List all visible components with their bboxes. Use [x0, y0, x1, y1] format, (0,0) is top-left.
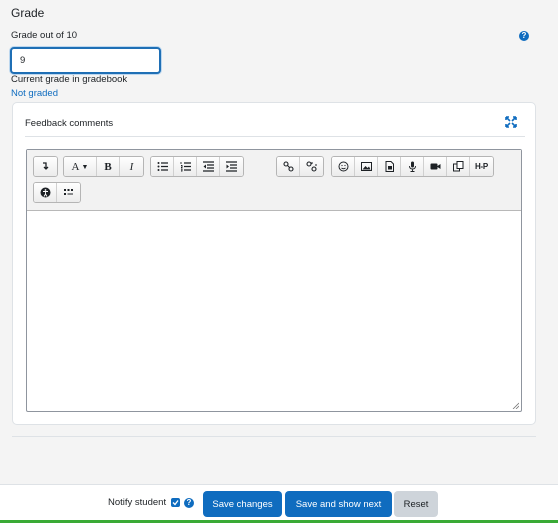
link-icon[interactable]	[277, 157, 300, 176]
toolbar-group-collapse	[33, 156, 58, 177]
reset-button[interactable]: Reset	[394, 491, 438, 517]
h5p-label: H-P	[475, 162, 488, 171]
toolbar-group-media: H-P	[331, 156, 494, 177]
emoji-icon[interactable]	[332, 157, 355, 176]
record-video-icon[interactable]	[424, 157, 447, 176]
toolbar-group-style: A ▼ B I	[63, 156, 144, 177]
feedback-card: Feedback comments A ▼ B I H-P	[12, 102, 536, 425]
resize-handle-icon[interactable]	[512, 402, 519, 409]
divider	[12, 436, 536, 437]
screenreader-helper-icon[interactable]	[57, 183, 80, 202]
unordered-list-icon[interactable]	[151, 157, 174, 176]
unlink-icon[interactable]	[300, 157, 323, 176]
notify-student-checkbox[interactable]	[171, 498, 180, 507]
bold-label: B	[104, 160, 112, 173]
grade-input[interactable]	[10, 47, 161, 74]
toolbar-group-links	[276, 156, 324, 177]
feedback-title: Feedback comments	[25, 118, 114, 129]
image-icon[interactable]	[355, 157, 378, 176]
divider	[25, 136, 525, 137]
manage-files-icon[interactable]	[447, 157, 470, 176]
toolbar-group-accessibility	[33, 182, 81, 203]
feedback-editor[interactable]: A ▼ B I H-P	[26, 149, 522, 412]
font-label: A	[71, 160, 80, 173]
outdent-icon[interactable]	[197, 157, 220, 176]
collapse-icon[interactable]	[34, 157, 57, 176]
current-grade-label: Current grade in gradebook	[11, 74, 128, 85]
media-icon[interactable]	[378, 157, 401, 176]
grade-heading: Grade	[11, 6, 45, 20]
expand-icon[interactable]	[505, 116, 517, 128]
bold-icon[interactable]: B	[97, 157, 120, 176]
notify-student-label: Notify student	[108, 497, 167, 508]
h5p-icon[interactable]: H-P	[470, 157, 493, 176]
record-audio-icon[interactable]	[401, 157, 424, 176]
indent-icon[interactable]	[220, 157, 243, 176]
save-changes-button[interactable]: Save changes	[203, 491, 282, 517]
sticky-footer: Notify student ? Save changes Save and s…	[0, 484, 558, 523]
italic-icon[interactable]: I	[120, 157, 143, 176]
font-icon[interactable]: A ▼	[64, 157, 97, 176]
save-and-show-next-button[interactable]: Save and show next	[285, 491, 392, 517]
help-icon[interactable]: ?	[519, 31, 529, 41]
grade-label: Grade out of 10	[11, 30, 78, 41]
italic-label: I	[129, 160, 134, 173]
accessibility-checker-icon[interactable]	[34, 183, 57, 202]
editor-toolbar: A ▼ B I H-P	[27, 150, 521, 211]
help-icon[interactable]: ?	[184, 498, 194, 508]
ordered-list-icon[interactable]	[174, 157, 197, 176]
current-grade-link[interactable]: Not graded	[11, 88, 58, 99]
toolbar-group-lists	[150, 156, 244, 177]
